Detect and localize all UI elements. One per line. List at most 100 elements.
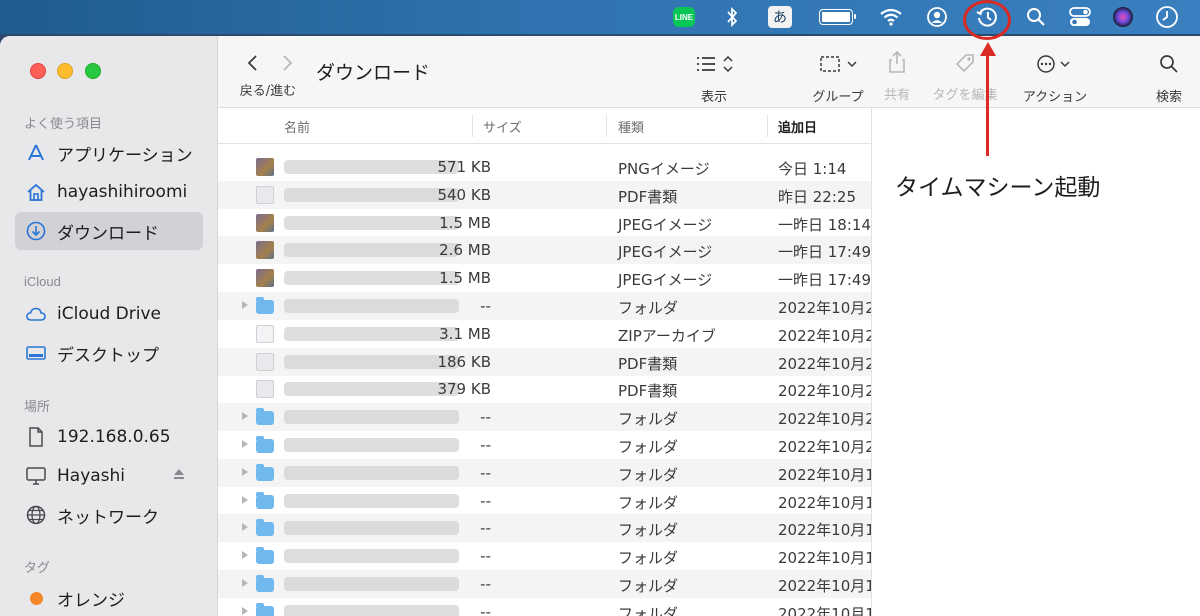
file-size: -- (480, 575, 491, 593)
disclosure-triangle-icon[interactable] (242, 412, 248, 421)
blurred-file-name (284, 299, 459, 313)
disclosure-triangle-icon[interactable] (242, 551, 248, 560)
sidebar-item-label: hayashihiroomi (57, 182, 188, 202)
wifi-icon[interactable] (879, 5, 903, 29)
input-method-icon[interactable]: あ (768, 5, 792, 29)
bluetooth-icon[interactable] (722, 5, 742, 29)
table-row[interactable]: -- フォルダ 2022年10月1 (218, 487, 875, 515)
table-row[interactable]: 2.6 MB JPEGイメージ 一昨日 17:49 (218, 236, 871, 265)
table-row[interactable]: -- フォルダ 2022年10月1 (218, 514, 875, 543)
search-icon (1160, 55, 1178, 73)
desktop-icon (25, 342, 47, 364)
table-row[interactable]: -- フォルダ 2022年10月1 (218, 598, 875, 616)
table-row[interactable]: 3.1 MB ZIPアーカイブ 2022年10月2 (218, 320, 875, 348)
sidebar-item-desktop[interactable]: デスクトップ (15, 334, 203, 372)
line-badge: LINE (673, 7, 695, 27)
sidebar-item-home[interactable]: hayashihiroomi (15, 173, 203, 211)
folder-file-icon (256, 602, 274, 616)
forward-chevron-icon[interactable] (281, 54, 293, 72)
disclosure-triangle-icon[interactable] (242, 523, 248, 532)
file-date-added: 2022年10月2 (778, 438, 875, 456)
disclosure-triangle-icon[interactable] (242, 579, 248, 587)
column-header-kind[interactable]: 種類 (618, 117, 644, 136)
window-title: ダウンロード (316, 62, 431, 84)
table-row[interactable]: -- フォルダ 2022年10月1 (218, 458, 875, 487)
column-header-name[interactable]: 名前 (284, 117, 310, 136)
siri-icon[interactable] (1112, 5, 1134, 29)
table-row[interactable]: 186 KB PDF書類 2022年10月2 (218, 347, 875, 376)
file-kind: PDF書類 (618, 187, 678, 206)
file-kind: JPEGイメージ (618, 243, 713, 262)
sidebar-item-downloads[interactable]: ダウンロード (15, 212, 203, 250)
sidebar-item-icloud-drive[interactable]: iCloud Drive (15, 295, 203, 333)
clock-icon[interactable] (1155, 5, 1179, 29)
view-button[interactable]: 表示 (692, 54, 736, 105)
sidebar-item-network[interactable]: ネットワーク (15, 496, 203, 534)
file-kind: フォルダ (618, 465, 679, 484)
folder-file-icon (256, 575, 274, 592)
blurred-file-name (284, 604, 459, 616)
column-header-date-added[interactable]: 追加日 (778, 117, 817, 136)
image-file-icon (256, 158, 274, 176)
back-chevron-icon[interactable] (247, 54, 259, 72)
disclosure-triangle-icon[interactable] (242, 606, 248, 615)
file-date-added: 2022年10月1 (778, 549, 875, 568)
blurred-file-name (284, 326, 459, 341)
group-grid-icon (820, 56, 857, 72)
doc-file-icon (256, 185, 274, 204)
share-button[interactable]: 共有 (884, 50, 910, 103)
table-row[interactable]: 1.5 MB JPEGイメージ 一昨日 17:49 (218, 264, 871, 292)
file-size: -- (480, 436, 491, 454)
table-row[interactable]: 540 KB PDF書類 昨日 22:25 (218, 180, 871, 209)
file-date-added: 2022年10月2 (778, 410, 875, 429)
spotlight-search-icon[interactable] (1025, 5, 1047, 29)
control-center-icon[interactable] (1068, 5, 1092, 29)
file-date-added: 今日 1:14 (778, 160, 847, 178)
search-button[interactable]: 検索 (1153, 54, 1185, 105)
table-row[interactable]: 571 KB PNGイメージ 今日 1:14 (218, 153, 871, 181)
column-header-size[interactable]: サイズ (483, 117, 522, 136)
file-kind: フォルダ (618, 410, 679, 429)
action-button[interactable]: アクション (1020, 54, 1090, 105)
blurred-file-name (284, 271, 459, 286)
folder-file-icon (256, 463, 274, 481)
file-kind: PDF書類 (618, 354, 678, 373)
highlight-circle (963, 0, 1011, 40)
user-account-icon[interactable] (926, 5, 948, 29)
table-row[interactable]: -- フォルダ 2022年10月2 (218, 292, 875, 320)
battery-icon[interactable] (819, 5, 856, 29)
file-kind: フォルダ (618, 549, 679, 568)
disclosure-triangle-icon[interactable] (242, 495, 248, 504)
sidebar-item-file-server[interactable]: 192.168.0.65 (15, 418, 203, 456)
disclosure-triangle-icon[interactable] (242, 467, 248, 476)
file-kind: ZIPアーカイブ (618, 326, 716, 345)
table-row[interactable]: 1.5 MB JPEGイメージ 一昨日 18:14 (218, 209, 871, 237)
eject-icon[interactable] (173, 468, 185, 480)
table-row[interactable]: -- フォルダ 2022年10月2 (218, 431, 875, 459)
sidebar-item-label: アプリケーション (57, 145, 193, 166)
close-window-button[interactable] (30, 63, 46, 79)
blurred-file-name (284, 493, 459, 508)
table-row[interactable]: -- フォルダ 2022年10月1 (218, 542, 875, 570)
downloads-icon (25, 220, 47, 242)
table-row[interactable]: -- フォルダ 2022年10月1 (218, 570, 875, 598)
minimize-window-button[interactable] (57, 63, 73, 79)
group-button[interactable]: グループ (809, 54, 867, 105)
sidebar-item-label: iCloud Drive (57, 304, 162, 324)
file-size: -- (480, 602, 491, 616)
sidebar-item-tag-orange[interactable]: オレンジ (15, 579, 203, 616)
favorites-header: よく使う項目 (24, 116, 103, 131)
table-row[interactable]: 379 KB PDF書類 2022年10月2 (218, 375, 875, 403)
file-date-added: 2022年10月1 (778, 604, 875, 616)
disclosure-triangle-icon[interactable] (242, 301, 248, 309)
table-row[interactable]: -- フォルダ 2022年10月2 (218, 403, 875, 432)
file-size: 2.6 MB (439, 241, 491, 260)
disclosure-triangle-icon[interactable] (242, 440, 248, 448)
sidebar-item-label: 192.168.0.65 (57, 427, 171, 447)
sidebar-item-applications[interactable]: アプリケーション (15, 134, 203, 172)
line-app-icon[interactable]: LINE (673, 5, 695, 29)
sidebar-item-label: ダウンロード (57, 223, 159, 244)
menu-bar: LINE あ (0, 0, 1200, 34)
fullscreen-window-button[interactable] (85, 63, 101, 79)
file-kind: フォルダ (618, 493, 679, 512)
